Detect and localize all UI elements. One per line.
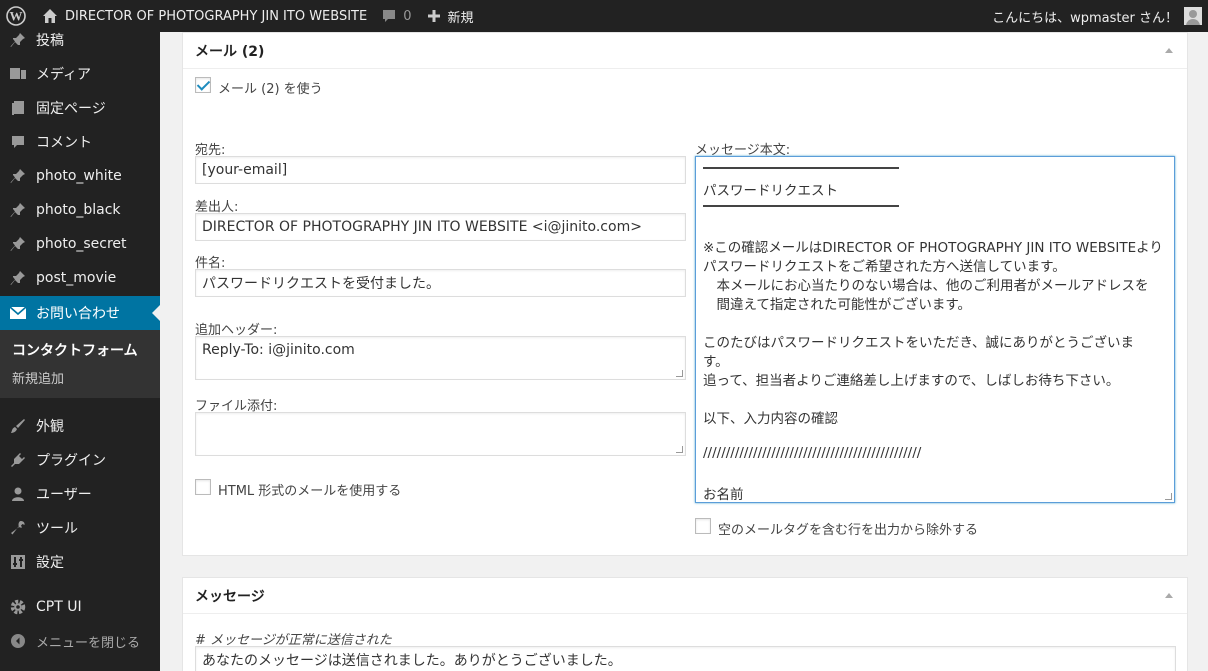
comments-count: 0 [403,8,412,24]
menu-item-posts[interactable]: 投稿 [0,23,160,57]
comment-icon [0,134,36,150]
menu-item-plugins[interactable]: プラグイン [0,443,160,477]
new-content-label: 新規 [447,10,474,26]
use-mail2-checkbox[interactable] [195,77,211,93]
resize-grip-icon[interactable] [676,370,683,377]
settings-icon [0,554,36,570]
body-line: 間違えて指定された可能性がございます。 [703,297,971,313]
body-line: 追って、担当者よりご連絡差し上げますので、しばしお待ち下さい。 [703,373,1120,389]
body-line: パスワードリクエストをご希望された方へ送信しています。 [703,259,1066,275]
additional-headers-textarea[interactable]: Reply-To: i@jinito.com [195,336,686,380]
pin-icon [0,168,36,184]
subject-input[interactable]: パスワードリクエストを受付ました。 [195,269,686,297]
menu-item-tools[interactable]: ツール [0,511,160,545]
menu-label: 固定ページ [36,101,106,117]
menu-item-appearance[interactable]: 外観 [0,409,160,443]
page-icon [0,100,36,116]
new-content-link[interactable]: 新規 [419,0,481,32]
menu-label: ユーザー [36,487,92,503]
collapse-menu-button[interactable]: メニューを閉じる [0,624,160,658]
greeting-text: こんにちは、wpmaster さん！ [992,10,1178,26]
collapse-label: メニューを閉じる [36,635,141,651]
menu-label: photo_black [36,202,121,218]
exclude-blank-checkbox[interactable] [695,518,711,534]
menu-label: ツール [36,521,78,537]
menu-label: 投稿 [36,33,64,49]
contact-submenu: コンタクトフォーム 新規追加 [0,330,160,398]
menu-item-comments[interactable]: コメント [0,125,160,159]
body-line: このたびはパスワードリクエストをいただき、誠にありがとうございま [703,335,1135,351]
messages-title[interactable]: メッセージ [183,578,1187,614]
menu-item-photo-white[interactable]: photo_white [0,159,160,193]
menu-item-photo-black[interactable]: photo_black [0,193,160,227]
rule-line [703,167,899,169]
menu-label: 設定 [36,555,64,571]
pin-icon [0,270,36,286]
gear-icon [0,598,36,616]
collapse-arrow-icon[interactable] [1165,48,1173,53]
body-line: ※この確認メールはDIRECTOR OF PHOTOGRAPHY JIN ITO… [703,240,1163,256]
exclude-blank-label: 空のメールタグを含む行を出力から除外する [718,523,979,538]
resize-grip-icon[interactable] [1165,493,1172,500]
admin-menu: 投稿 メディア 固定ページ コメント photo_white photo_bla… [0,32,160,671]
menu-item-settings[interactable]: 設定 [0,545,160,579]
menu-label: プラグイン [36,453,106,469]
menu-label: お問い合わせ [36,306,120,322]
use-html-label: HTML 形式のメールを使用する [218,484,402,499]
body-line: お名前 [703,487,744,503]
wrench-icon [0,520,36,536]
menu-label: メディア [36,67,92,83]
avatar [1184,7,1202,25]
sent-ok-input[interactable]: あなたのメッセージは送信されました。ありがとうございました。 [195,646,1176,671]
to-input[interactable]: [your-email] [195,156,686,184]
menu-item-contact[interactable]: お問い合わせ [0,296,160,330]
plus-icon [428,10,441,22]
additional-headers-value: Reply-To: i@jinito.com [202,342,355,358]
media-icon [0,66,36,82]
submenu-item-add-new[interactable]: 新規追加 [12,368,64,387]
use-html-checkbox[interactable] [195,479,211,495]
menu-label: 外観 [36,419,64,435]
appearance-icon [0,418,36,434]
admin-bar: W DIRECTOR OF PHOTOGRAPHY JIN ITO WEBSIT… [0,0,1208,32]
menu-item-pages[interactable]: 固定ページ [0,91,160,125]
comments-link[interactable]: 0 [373,0,419,32]
my-account-link[interactable]: こんにちは、wpmaster さん！ [992,0,1208,32]
menu-label: photo_secret [36,236,127,252]
mail2-title[interactable]: メール (2) [183,33,1187,69]
user-icon [0,486,36,502]
file-attachments-textarea[interactable] [195,412,686,456]
collapse-icon [0,633,36,649]
menu-label: photo_white [36,168,122,184]
body-line: す。 [703,354,729,370]
body-line: パスワードリクエスト [703,183,838,199]
pin-icon [0,202,36,218]
plugin-icon [0,452,36,468]
pin-icon [0,236,36,252]
menu-item-users[interactable]: ユーザー [0,477,160,511]
body-line: ////////////////////////////////////////… [703,445,922,461]
body-line: 以下、入力内容の確認 [703,411,838,427]
from-input[interactable]: DIRECTOR OF PHOTOGRAPHY JIN ITO WEBSITE … [195,213,686,241]
comment-icon [383,10,396,22]
menu-item-media[interactable]: メディア [0,57,160,91]
menu-label: post_movie [36,270,117,286]
menu-item-photo-secret[interactable]: photo_secret [0,227,160,261]
submenu-item-contact-forms[interactable]: コンタクトフォーム [12,340,138,360]
use-mail2-label: メール (2) を使う [218,82,323,97]
pin-icon [0,32,36,48]
menu-label: コメント [36,135,92,151]
svg-text:W: W [10,9,23,24]
message-body-textarea[interactable]: パスワードリクエスト ※この確認メールはDIRECTOR OF PHOTOGRA… [695,156,1175,503]
home-icon [43,9,57,23]
menu-label: CPT UI [36,599,82,615]
menu-item-post-movie[interactable]: post_movie [0,261,160,295]
rule-line [703,205,899,207]
site-name-label: DIRECTOR OF PHOTOGRAPHY JIN ITO WEBSITE [65,8,368,24]
menu-item-cpt-ui[interactable]: CPT UI [0,590,160,624]
collapse-arrow-icon[interactable] [1165,593,1173,598]
mail-icon [0,306,36,320]
resize-grip-icon[interactable] [676,446,683,453]
body-line: 本メールにお心当たりのない場合は、他のご利用者がメールアドレスを [703,278,1149,294]
